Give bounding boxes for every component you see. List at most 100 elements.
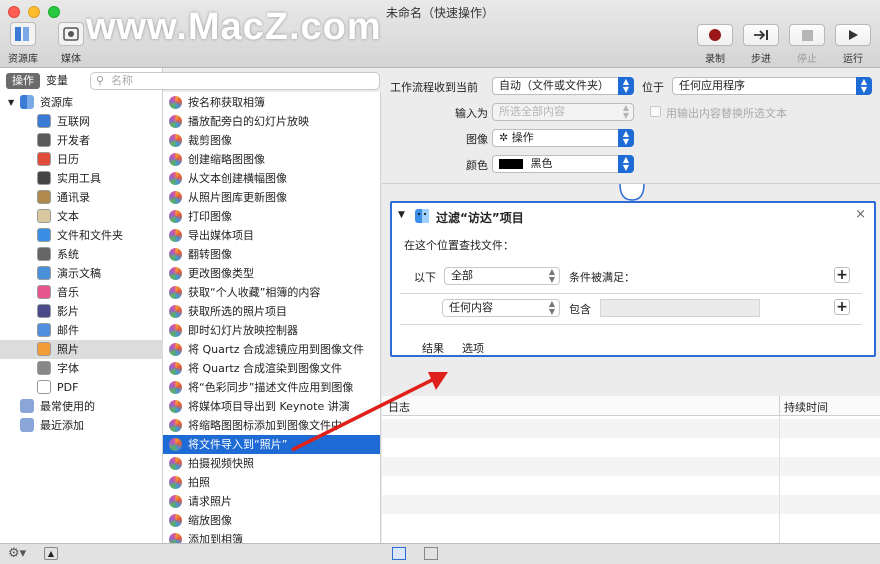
input-popup[interactable]: 所选全部内容 ▲ ▼ [492,103,634,121]
library-item[interactable]: 照片 [0,340,163,359]
library-item[interactable]: 文本 [0,207,163,226]
action-item[interactable]: 将缩略图图标添加到图像文件中 [163,416,380,435]
add-condition-button[interactable]: + [834,267,850,283]
action-item[interactable]: 裁剪图像 [163,131,380,150]
replace-checkbox[interactable] [650,106,661,117]
show-description-button[interactable]: ▲ [44,547,58,560]
media-toggle-button[interactable] [58,22,84,46]
search-icon: ⚲ [96,74,105,87]
action-item[interactable]: 获取“个人收藏”相簿的内容 [163,283,380,302]
log-row [382,457,880,476]
action-item[interactable]: 拍摄视频快照 [163,454,380,473]
image-popup[interactable]: ✲ 操作 ▲ ▼ [492,129,634,147]
action-item[interactable]: 请求照片 [163,492,380,511]
disclosure-triangle-icon[interactable]: ▼ [398,210,405,220]
library-toggle-button[interactable] [10,22,36,46]
action-item[interactable]: 更改图像类型 [163,264,380,283]
internet-icon [37,114,51,128]
action-item[interactable]: 翻转图像 [163,245,380,264]
log-column-divider [779,416,780,543]
library-item[interactable]: 实用工具 [0,169,163,188]
in-app-popup[interactable]: 任何应用程序 ▲ ▼ [672,77,872,95]
library-item[interactable]: 邮件 [0,321,163,340]
action-icon [169,286,182,299]
criteria-popup[interactable]: 任何内容 ▲ ▼ [442,299,560,317]
criteria-text-field[interactable] [600,299,760,317]
library-item[interactable]: 通讯录 [0,188,163,207]
tab-results[interactable]: 结果 [422,340,444,356]
library-item[interactable]: 影片 [0,302,163,321]
action-item[interactable]: 播放配旁白的幻灯片放映 [163,112,380,131]
match-value: 全部 [451,269,473,282]
action-icon [169,229,182,242]
image-label: 图像 [466,133,488,146]
library-item[interactable]: 演示文稿 [0,264,163,283]
popup-chevron-icon: ▲ ▼ [856,77,872,95]
library-item[interactable]: 开发者 [0,131,163,150]
library-root-item[interactable]: ▼ 资源库 [0,93,163,112]
action-item[interactable]: 缩放图像 [163,511,380,530]
flow-view-icon[interactable] [424,547,438,560]
receives-value: 自动（文件或文件夹） [499,79,609,92]
library-item-label: 日历 [57,153,79,166]
library-item[interactable]: 日历 [0,150,163,169]
action-item[interactable]: 拍照 [163,473,380,492]
action-item[interactable]: 按名称获取相簿 [163,93,380,112]
library-item[interactable]: 音乐 [0,283,163,302]
action-item[interactable]: 即时幻灯片放映控制器 [163,321,380,340]
library-item[interactable]: 互联网 [0,112,163,131]
smart-group-label: 最常使用的 [40,400,95,413]
finder-icon [37,228,51,242]
step-button[interactable] [743,24,779,46]
smart-group-label: 最近添加 [40,419,84,432]
action-item[interactable]: 获取所选的照片项目 [163,302,380,321]
library-item[interactable]: 字体 [0,359,163,378]
add-criteria-button[interactable]: + [834,299,850,315]
action-item[interactable]: 添加到相簿 [163,530,380,543]
smart-group-item[interactable]: 最近添加 [0,416,163,435]
action-item[interactable]: 从照片图库更新图像 [163,188,380,207]
color-popup[interactable]: 黑色 ▲ ▼ [492,155,634,173]
library-item[interactable]: PDF [0,378,163,397]
close-icon[interactable]: × [855,207,866,222]
action-item[interactable]: 将 Quartz 合成渲染到图像文件 [163,359,380,378]
action-item[interactable]: 将媒体项目导出到 Keynote 讲演 [163,397,380,416]
tab-variables[interactable]: 变量 [40,73,74,89]
input-label: 输入为 [455,107,488,120]
receives-popup[interactable]: 自动（文件或文件夹） ▲ ▼ [492,77,634,95]
log-column-header[interactable]: 日志 [388,399,410,415]
color-swatch [499,159,523,169]
action-item[interactable]: 将文件导入到“照片” [163,435,380,454]
color-label: 颜色 [466,159,488,172]
disclosure-triangle-icon[interactable]: ▼ [8,93,14,112]
match-prefix: 以下 [414,271,436,284]
mail-icon [37,323,51,337]
gear-icon[interactable]: ⚙▾ [8,546,26,561]
action-item[interactable]: 打印图像 [163,207,380,226]
action-item[interactable]: 将“色彩同步”描述文件应用到图像 [163,378,380,397]
library-item[interactable]: 文件和文件夹 [0,226,163,245]
list-view-icon[interactable] [392,547,406,560]
action-item-label: 请求照片 [188,495,232,508]
library-item[interactable]: 系统 [0,245,163,264]
filter-finder-items-action[interactable]: ▼ 过滤“访达”项目 × 在这个位置查找文件： 以下 全部 ▲ ▼ 条件被满足： … [390,201,876,357]
action-item[interactable]: 从文本创建横幅图像 [163,169,380,188]
match-popup[interactable]: 全部 ▲ ▼ [444,267,560,285]
tab-actions[interactable]: 操作 [6,73,40,89]
action-item-label: 将“色彩同步”描述文件应用到图像 [188,381,354,394]
action-item[interactable]: 导出媒体项目 [163,226,380,245]
action-item-label: 创建缩略图图像 [188,153,265,166]
action-item[interactable]: 创建缩略图图像 [163,150,380,169]
stop-button[interactable] [789,24,825,46]
workflow-settings: 工作流程收到当前 自动（文件或文件夹） ▲ ▼ 位于 任何应用程序 ▲ ▼ 输入为 … [382,68,880,184]
library-icon [15,27,29,41]
step-label: 步进 [751,54,771,65]
duration-column-header[interactable]: 持续时间 [784,399,828,415]
run-button[interactable] [835,24,871,46]
search-input[interactable]: ⚲ 名称 [90,72,380,90]
smart-group-item[interactable]: 最常使用的 [0,397,163,416]
action-item-label: 更改图像类型 [188,267,254,280]
action-item[interactable]: 将 Quartz 合成滤镜应用到图像文件 [163,340,380,359]
record-button[interactable] [697,24,733,46]
tab-options[interactable]: 选项 [462,340,484,356]
